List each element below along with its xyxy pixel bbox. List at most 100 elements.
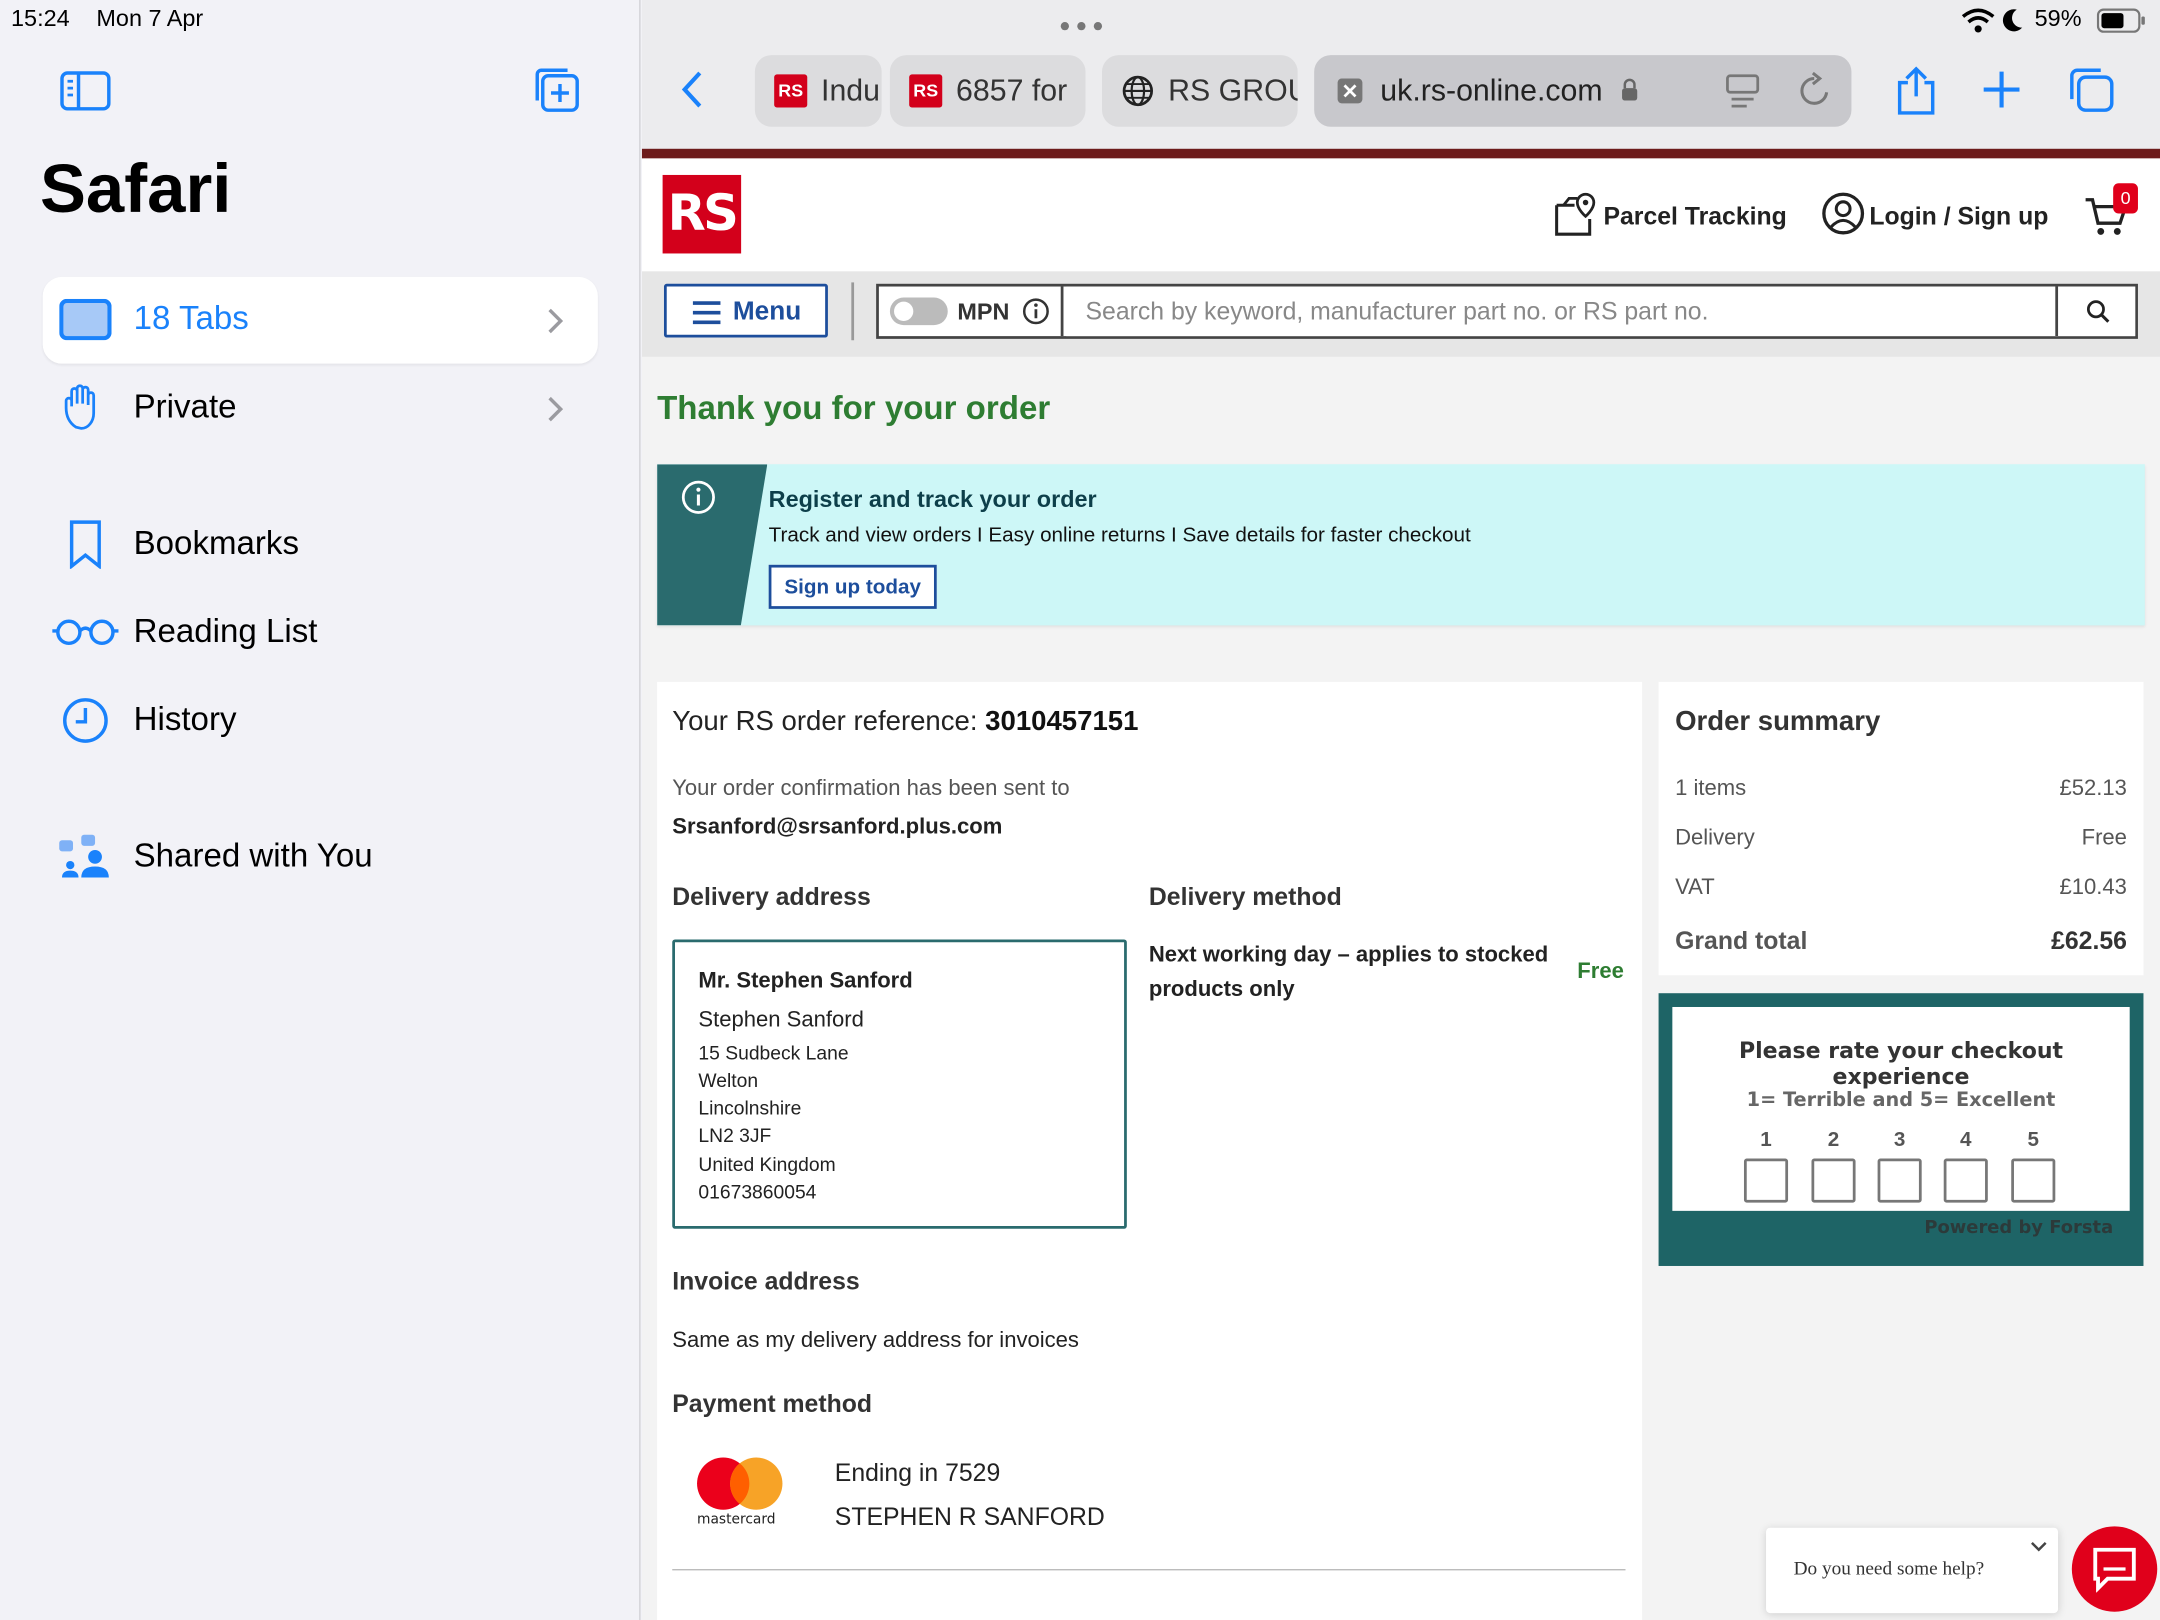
order-summary-heading: Order summary: [1675, 706, 1881, 737]
summary-vat-row: VAT £10.43: [1675, 876, 2127, 901]
bookmark-icon: [69, 520, 101, 569]
order-reference-value: 3010457151: [985, 706, 1139, 737]
order-details-card: Your RS order reference: 3010457151 Your…: [657, 681, 1643, 1620]
new-tab-button[interactable]: [1981, 69, 2022, 110]
help-prompt-text: Do you need some help?: [1793, 1559, 1985, 1581]
mastercard-logo: mastercard: [694, 1456, 785, 1528]
rs-favicon-icon: RS: [909, 74, 943, 108]
sidebar-item-reading-list[interactable]: Reading List: [43, 596, 598, 668]
new-tab-group-icon[interactable]: [532, 65, 582, 115]
help-prompt[interactable]: Do you need some help?: [1766, 1527, 2059, 1614]
rating-number-3: 3: [1893, 1128, 1906, 1152]
battery-icon: [2096, 8, 2147, 33]
tab-overview-button[interactable]: [2066, 65, 2116, 115]
mastercard-wordmark: mastercard: [697, 1512, 776, 1528]
search-button[interactable]: [2055, 286, 2136, 337]
delivery-method-line1: Next working day – applies to stocked: [1148, 943, 1549, 968]
status-date: Mon 7 Apr: [96, 5, 204, 32]
site-theme-strip: [641, 148, 2160, 159]
banner-title: Register and track your order: [768, 486, 1097, 513]
sidebar-item-tabs-label: 18 Tabs: [133, 300, 249, 338]
address-bar[interactable]: uk.rs-online.com: [1314, 55, 1852, 127]
sidebar-item-shared[interactable]: Shared with You: [43, 821, 598, 893]
address-country: United Kingdom: [698, 1153, 836, 1176]
rs-favicon-icon: RS: [774, 74, 808, 108]
browser-tab-1[interactable]: RS Indu: [754, 55, 882, 127]
rating-option-3[interactable]: [1877, 1158, 1922, 1203]
rating-widget: Please rate your checkout experience 1= …: [1658, 993, 2144, 1266]
shared-people-icon: [59, 834, 109, 878]
order-summary-card: Order summary 1 items £52.13 Delivery Fr…: [1658, 681, 2144, 976]
chevron-down-icon[interactable]: [2031, 1541, 2048, 1552]
summary-delivery-label: Delivery: [1675, 826, 1755, 850]
register-banner: Register and track your order Track and …: [657, 464, 2145, 626]
mpn-toggle[interactable]: [889, 297, 948, 326]
share-button[interactable]: [1893, 66, 1940, 116]
rating-option-5[interactable]: [2011, 1158, 2056, 1203]
browser-tab-3-title: RS GROU: [1168, 73, 1298, 108]
browser-toolbar: 59% RS Indu RS 6857 for RS GROU uk.rs-on…: [641, 0, 2160, 149]
browser-tab-2[interactable]: RS 6857 for: [889, 55, 1086, 127]
cart-button[interactable]: 0: [2083, 180, 2144, 241]
parcel-tracking-icon[interactable]: [1552, 191, 1599, 238]
powered-by-forsta: Powered by Forsta: [1924, 1217, 2114, 1239]
parcel-tracking-link[interactable]: Parcel Tracking: [1603, 202, 1786, 231]
rs-logo[interactable]: RS: [662, 174, 742, 254]
sidebar-toggle-icon[interactable]: [59, 69, 111, 113]
rating-option-1[interactable]: [1743, 1158, 1789, 1203]
multitasking-dots-icon[interactable]: [1058, 14, 1105, 31]
summary-vat-value: £10.43: [2059, 876, 2127, 900]
rating-number-2: 2: [1827, 1128, 1840, 1152]
cart-count-badge: 0: [2113, 183, 2138, 214]
address-line3: Lincolnshire: [698, 1096, 802, 1119]
hamburger-icon: [692, 301, 721, 325]
search-input[interactable]: [1066, 286, 2059, 337]
close-tab-icon[interactable]: [1336, 77, 1364, 105]
sidebar-item-private[interactable]: Private: [43, 372, 598, 444]
invoice-address-text: Same as my delivery address for invoices: [672, 1329, 1079, 1353]
delivery-address-box: Mr. Stephen Sanford Stephen Sanford 15 S…: [672, 939, 1127, 1229]
address-line2: Welton: [698, 1068, 759, 1092]
rating-panel: Please rate your checkout experience 1= …: [1672, 1006, 2130, 1211]
user-account-icon[interactable]: [1821, 191, 1865, 235]
chat-button[interactable]: [2071, 1526, 2158, 1612]
browser-tab-2-title: 6857 for: [956, 73, 1068, 108]
address-name: Stephen Sanford: [698, 1008, 864, 1032]
rating-option-2[interactable]: [1811, 1158, 1856, 1203]
chat-bubble-icon: [2093, 1547, 2136, 1593]
safari-sidebar: 15:24 Mon 7 Apr Safari 18 Tabs Private B…: [0, 0, 641, 1620]
chevron-right-icon: [548, 396, 564, 422]
sign-up-button[interactable]: Sign up today: [768, 564, 937, 609]
banner-text: Track and view orders I Easy online retu…: [768, 523, 1471, 547]
delivery-method-heading: Delivery method: [1148, 883, 1342, 911]
browser-tab-3[interactable]: RS GROU: [1102, 55, 1298, 127]
sidebar-item-shared-label: Shared with You: [133, 837, 373, 875]
battery-percent: 59%: [2034, 5, 2082, 32]
rating-scale: 1= Terrible and 5= Excellent: [1746, 1089, 2056, 1112]
site-header: RS Parcel Tracking Login / Sign up 0: [641, 158, 2160, 272]
confirmation-text: Your order confirmation has been sent to: [672, 776, 1070, 801]
clock-icon: [63, 698, 108, 743]
reading-glasses-icon: [52, 619, 119, 646]
login-signup-link[interactable]: Login / Sign up: [1869, 202, 2048, 231]
delivery-method-line2: products only: [1148, 978, 1295, 1002]
reload-icon[interactable]: [1796, 71, 1832, 111]
sidebar-item-tabs[interactable]: 18 Tabs: [42, 276, 598, 364]
menu-button[interactable]: Menu: [663, 283, 828, 338]
back-button[interactable]: [678, 69, 708, 110]
summary-delivery-value: Free: [2081, 826, 2127, 850]
search-toolbar: Menu MPN: [641, 271, 2160, 357]
info-icon[interactable]: [1022, 298, 1050, 326]
rating-number-1: 1: [1760, 1128, 1772, 1152]
sidebar-item-bookmarks[interactable]: Bookmarks: [43, 508, 598, 580]
sidebar-item-history[interactable]: History: [43, 685, 598, 757]
reader-icon[interactable]: [1725, 72, 1761, 111]
sidebar-item-history-label: History: [133, 701, 237, 739]
summary-items-row: 1 items £52.13: [1675, 777, 2127, 802]
summary-total-label: Grand total: [1675, 927, 1808, 955]
card-holder: STEPHEN R SANFORD: [834, 1502, 1105, 1531]
rating-number-4: 4: [1960, 1128, 1972, 1152]
summary-total-value: £62.56: [2051, 927, 2127, 955]
info-circle-icon: [681, 480, 715, 514]
rating-option-4[interactable]: [1943, 1158, 1988, 1203]
